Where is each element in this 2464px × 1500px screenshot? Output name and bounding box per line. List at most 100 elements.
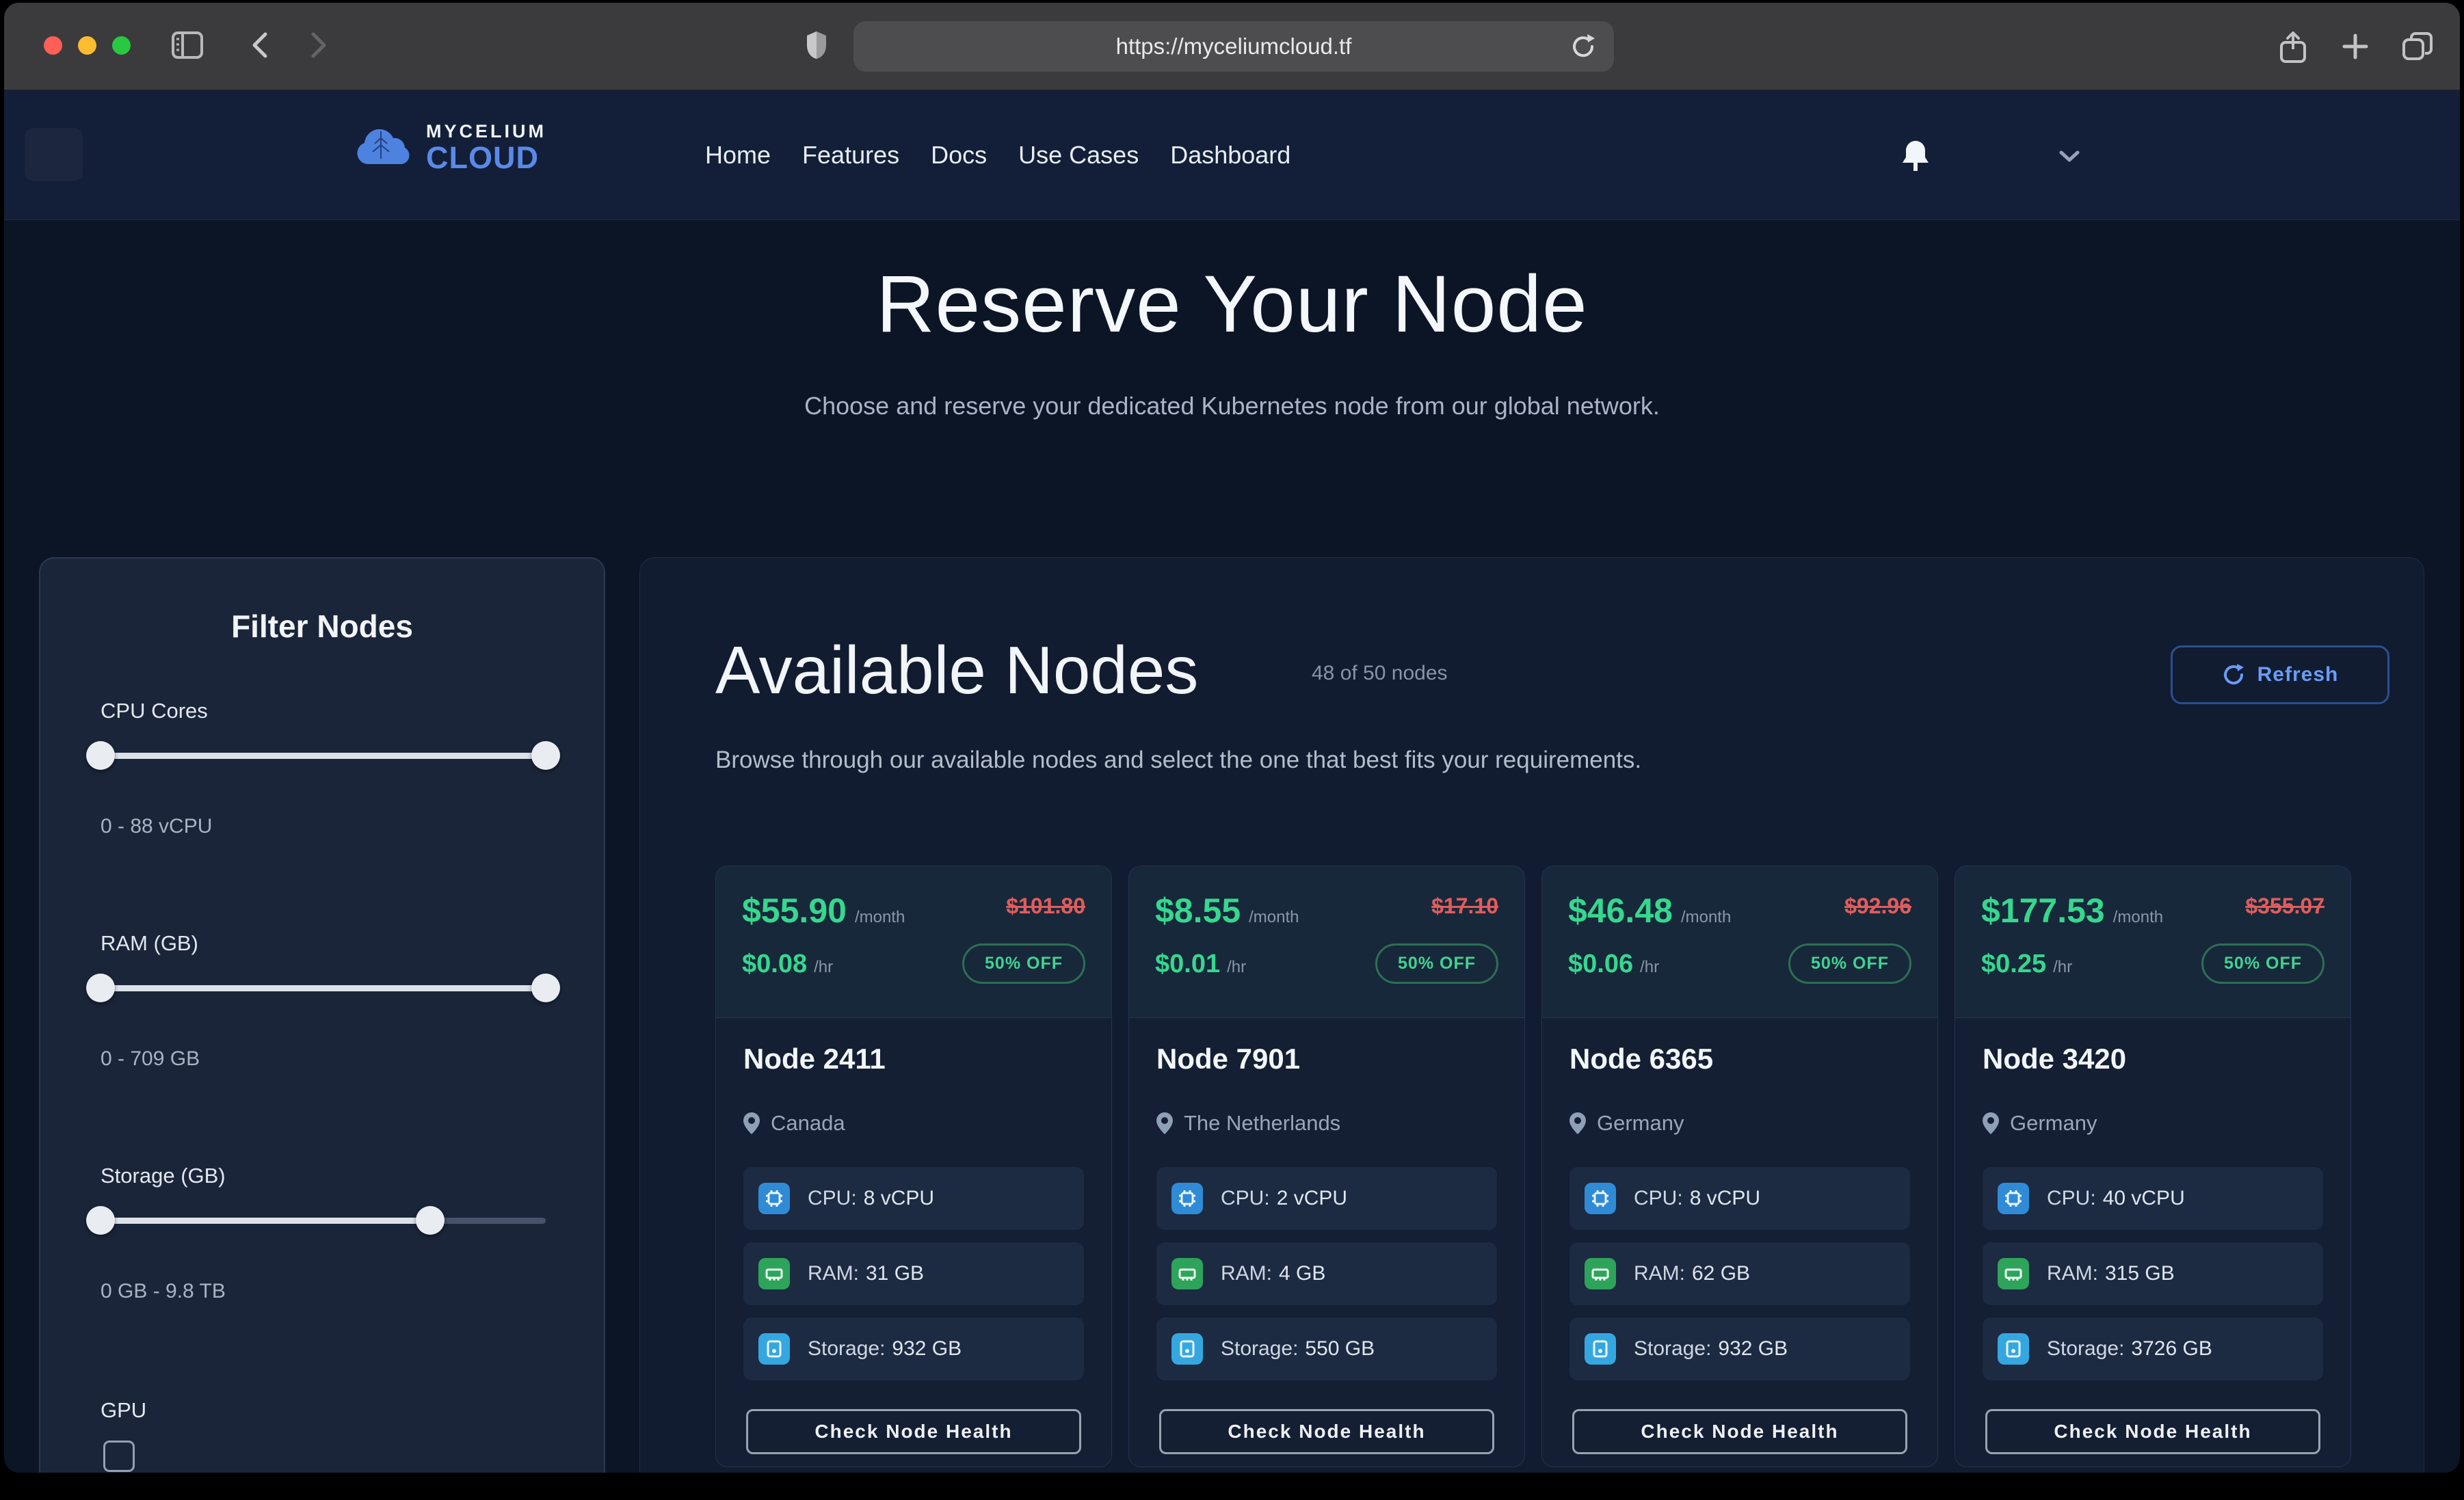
storage-value: 932 GB [892, 1337, 962, 1360]
nav-link-docs[interactable]: Docs [931, 141, 987, 170]
node-name: Node 3420 [1983, 1043, 2323, 1075]
discount-badge: 50% OFF [962, 943, 1085, 984]
card-body: Node 3420 Germany CPU:40 vCPU RAM:315 GB… [1955, 1043, 2350, 1380]
spec-row-storage: Storage:3726 GB [1983, 1317, 2323, 1380]
storage-icon [1998, 1333, 2029, 1365]
forward-icon[interactable] [310, 31, 327, 62]
ram-label: RAM: [1221, 1262, 1272, 1285]
card-pricing: $8.55/month $0.01/hr $17.10 50% OFF [1129, 866, 1524, 1018]
slider-track[interactable] [101, 753, 546, 759]
nav-link-use-cases[interactable]: Use Cases [1018, 141, 1139, 170]
new-tab-icon[interactable] [2340, 31, 2370, 65]
node-card[interactable]: $8.55/month $0.01/hr $17.10 50% OFF Node… [1128, 866, 1525, 1467]
page: MYCELIUM CLOUD Home Features Docs Use Ca… [4, 90, 2460, 1473]
browser-window: https://myceliumcloud.tf MYCELIUM [4, 3, 2460, 1473]
slider-handle-min[interactable] [86, 741, 115, 770]
nav-link-home[interactable]: Home [705, 141, 771, 170]
card-pricing: $55.90/month $0.08/hr $101.80 50% OFF [716, 866, 1111, 1018]
browser-chrome: https://myceliumcloud.tf [4, 3, 2460, 90]
url-bar[interactable]: https://myceliumcloud.tf [853, 21, 1614, 72]
per-hour-label: /hr [1640, 958, 1659, 977]
available-nodes-panel: Available Nodes 48 of 50 nodes Refresh B… [639, 557, 2424, 1473]
spec-row-cpu: CPU: 8 vCPU [743, 1167, 1084, 1230]
nav-placeholder [25, 128, 83, 181]
gpu-label: GPU [101, 1398, 146, 1423]
close-window-button[interactable] [44, 36, 62, 55]
navbar: MYCELIUM CLOUD Home Features Docs Use Ca… [4, 90, 2460, 220]
tab-overview-icon[interactable] [2402, 31, 2433, 66]
refresh-button[interactable]: Refresh [2171, 645, 2389, 704]
storage-label: Storage: [808, 1337, 885, 1360]
ram-slider[interactable] [101, 974, 546, 1002]
sidebar-toggle-icon[interactable] [172, 31, 203, 62]
price-month: $55.90 [742, 891, 847, 930]
cpu-value: 8 vCPU [864, 1187, 934, 1209]
node-card[interactable]: $55.90/month $0.08/hr $101.80 50% OFF No… [715, 866, 1112, 1467]
node-specs: CPU:2 vCPU RAM:4 GB Storage:550 GB [1156, 1167, 1497, 1380]
filter-group-ram: RAM (GB) 0 - 709 GB [101, 931, 546, 1071]
storage-value: 932 GB [1718, 1337, 1788, 1360]
ram-value: 31 GB [866, 1262, 924, 1285]
cpu-icon [1585, 1183, 1616, 1214]
filter-title: Filter Nodes [40, 608, 604, 645]
per-hour-label: /hr [2053, 958, 2072, 977]
card-pricing: $46.48/month $0.06/hr $92.96 50% OFF [1542, 866, 1937, 1018]
spec-row-storage: Storage:550 GB [1156, 1317, 1497, 1380]
price-month: $177.53 [1981, 891, 2105, 930]
back-icon[interactable] [252, 31, 268, 62]
check-node-health-button[interactable]: Check Node Health [1572, 1409, 1907, 1454]
cloud-logo-icon [349, 122, 415, 173]
cpu-icon [758, 1183, 790, 1214]
check-node-health-button[interactable]: Check Node Health [1985, 1409, 2320, 1454]
node-name: Node 2411 [743, 1043, 1084, 1075]
check-node-health-button[interactable]: Check Node Health [746, 1409, 1081, 1454]
storage-slider[interactable] [101, 1206, 546, 1235]
per-hour-label: /hr [814, 958, 833, 977]
cpu-cores-label: CPU Cores [101, 699, 546, 723]
slider-track[interactable] [101, 985, 546, 991]
node-card[interactable]: $46.48/month $0.06/hr $92.96 50% OFF Nod… [1541, 866, 1938, 1467]
zoom-window-button[interactable] [112, 36, 131, 55]
cpu-label: CPU: [2047, 1187, 2096, 1209]
nav-link-features[interactable]: Features [802, 141, 899, 170]
spec-row-ram: RAM:62 GB [1569, 1242, 1910, 1305]
storage-label: Storage (GB) [101, 1164, 546, 1188]
node-card[interactable]: $177.53/month $0.25/hr $355.07 50% OFF N… [1955, 866, 2351, 1467]
privacy-shield-icon[interactable] [806, 30, 827, 64]
slider-handle-min[interactable] [86, 1206, 115, 1235]
card-body: Node 6365 Germany CPU:8 vCPU RAM:62 GB S… [1542, 1043, 1937, 1380]
slider-handle-min[interactable] [86, 974, 115, 1002]
price-hour: $0.08 [742, 950, 807, 979]
share-icon[interactable] [2279, 31, 2307, 68]
nav-link-dashboard[interactable]: Dashboard [1170, 141, 1290, 170]
check-node-health-button[interactable]: Check Node Health [1159, 1409, 1494, 1454]
minimize-window-button[interactable] [78, 36, 96, 55]
ram-value: 62 GB [1692, 1262, 1750, 1285]
chevron-down-icon[interactable] [2059, 150, 2080, 166]
cpu-value: 40 vCPU [2103, 1187, 2185, 1209]
ram-value: 315 GB [2105, 1262, 2175, 1285]
discount-badge: 50% OFF [1375, 943, 1498, 984]
cpu-cores-slider[interactable] [101, 741, 546, 770]
nodes-count: 48 of 50 nodes [1312, 662, 1448, 685]
spec-row-ram: RAM: 31 GB [743, 1242, 1084, 1305]
ram-label: RAM (GB) [101, 931, 546, 956]
notifications-bell-icon[interactable] [1900, 139, 1931, 177]
refresh-icon [2222, 662, 2245, 687]
slider-handle-max[interactable] [531, 741, 560, 770]
slider-track[interactable] [101, 1218, 546, 1224]
slider-handle-max[interactable] [531, 974, 560, 1002]
slider-handle-max[interactable] [416, 1206, 445, 1235]
brand-logo[interactable]: MYCELIUM CLOUD [349, 122, 546, 173]
node-location: The Netherlands [1184, 1111, 1340, 1136]
cpu-label: CPU: [808, 1187, 857, 1209]
storage-value: 550 GB [1305, 1337, 1375, 1360]
ram-label: RAM: [808, 1262, 859, 1285]
storage-icon [1171, 1333, 1203, 1365]
spec-row-storage: Storage:932 GB [1569, 1317, 1910, 1380]
old-price: $101.80 [962, 894, 1085, 919]
gpu-checkbox[interactable] [103, 1441, 135, 1472]
per-month-label: /month [855, 908, 905, 927]
location-pin-icon [743, 1112, 760, 1134]
reload-icon[interactable] [1570, 33, 1596, 64]
